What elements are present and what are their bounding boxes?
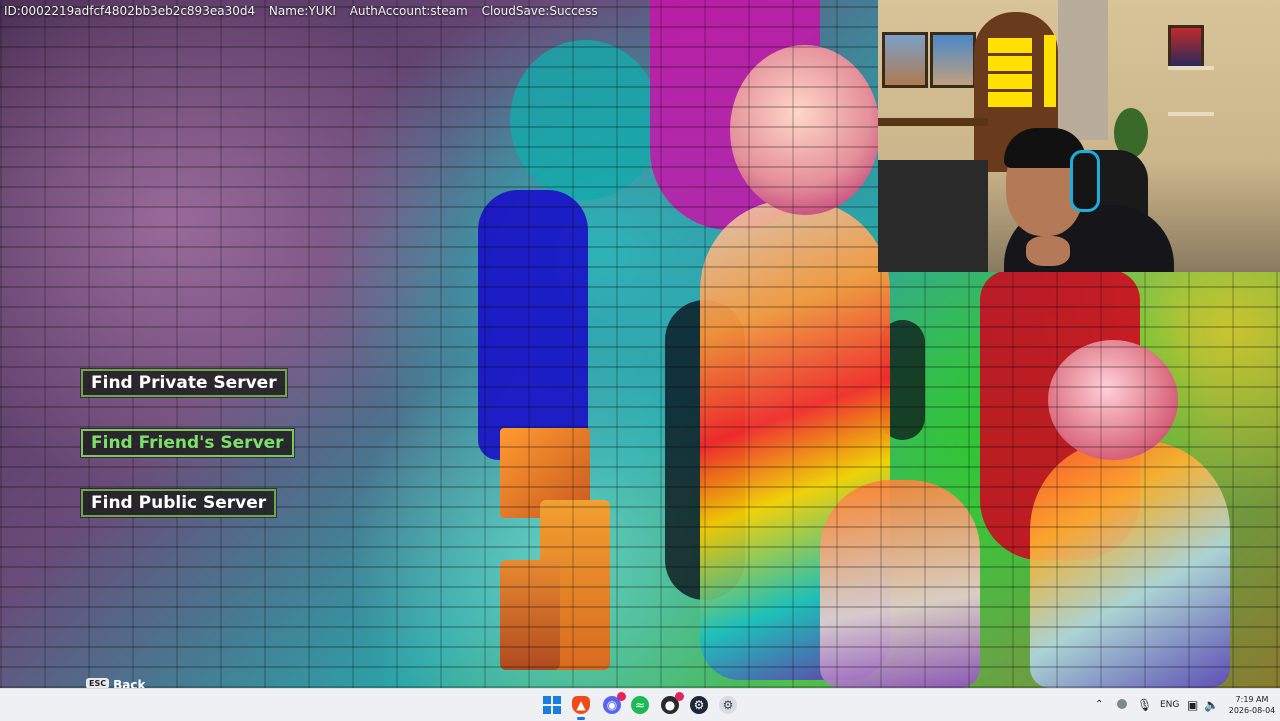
clock-time: 7:19 AM xyxy=(1235,695,1269,704)
network-icon[interactable]: ▣ xyxy=(1187,689,1198,721)
tray-status-icon[interactable] xyxy=(1117,699,1127,709)
find-friends-server-button[interactable]: Find Friend's Server xyxy=(81,429,294,457)
player-id: ID:0002219adfcf4802bb3eb2c893ea30d4 xyxy=(4,4,256,18)
taskbar: ▲ ◉ ≈ ● ⚙ ⚙ ⌃ 🎙 ENG ▣ 🔈 7:19 AM 2026-08-… xyxy=(0,688,1280,721)
system-clock[interactable]: 7:19 AM 2026-08-04 xyxy=(1228,694,1276,716)
windows-start-icon[interactable] xyxy=(543,696,561,714)
volume-icon[interactable]: 🔈 xyxy=(1204,689,1219,721)
obs-icon[interactable]: ● xyxy=(661,692,684,714)
recording-badge xyxy=(675,692,684,701)
wall-poster-icon xyxy=(930,32,976,88)
steam-icon[interactable]: ⚙ xyxy=(690,696,708,714)
headset-icon xyxy=(1070,150,1100,212)
streamer-hand xyxy=(1026,236,1070,266)
settings-icon[interactable]: ⚙ xyxy=(719,696,737,714)
shelf xyxy=(1168,66,1214,70)
discord-icon[interactable]: ◉ xyxy=(603,692,626,714)
curtain xyxy=(1058,0,1108,140)
brave-browser-icon[interactable]: ▲ xyxy=(572,696,590,720)
bed xyxy=(878,160,988,272)
clock-date: 2026-08-04 xyxy=(1228,706,1276,715)
shelf xyxy=(1168,112,1214,116)
find-public-server-button[interactable]: Find Public Server xyxy=(81,489,277,517)
wall-poster-icon xyxy=(1168,25,1204,69)
webcam-overlay xyxy=(878,0,1280,272)
lit-window xyxy=(988,35,1032,107)
cloud-save-status: CloudSave:Success xyxy=(481,4,598,18)
microphone-icon[interactable]: 🎙 xyxy=(1137,689,1152,721)
spotify-icon[interactable]: ≈ xyxy=(631,696,649,714)
session-info: ID:0002219adfcf4802bb3eb2c893ea30d4 Name… xyxy=(4,4,608,18)
wall-poster-icon xyxy=(882,32,928,88)
lit-window-edge xyxy=(1044,35,1056,107)
find-private-server-button[interactable]: Find Private Server xyxy=(81,369,287,397)
player-name: Name:YUKI xyxy=(268,4,336,18)
bed-rail xyxy=(878,118,988,126)
language-indicator[interactable]: ENG xyxy=(1160,689,1179,721)
tray-chevron-up-icon[interactable]: ⌃ xyxy=(1095,689,1103,721)
auth-account: AuthAccount:steam xyxy=(349,4,468,18)
notification-badge xyxy=(617,692,626,701)
